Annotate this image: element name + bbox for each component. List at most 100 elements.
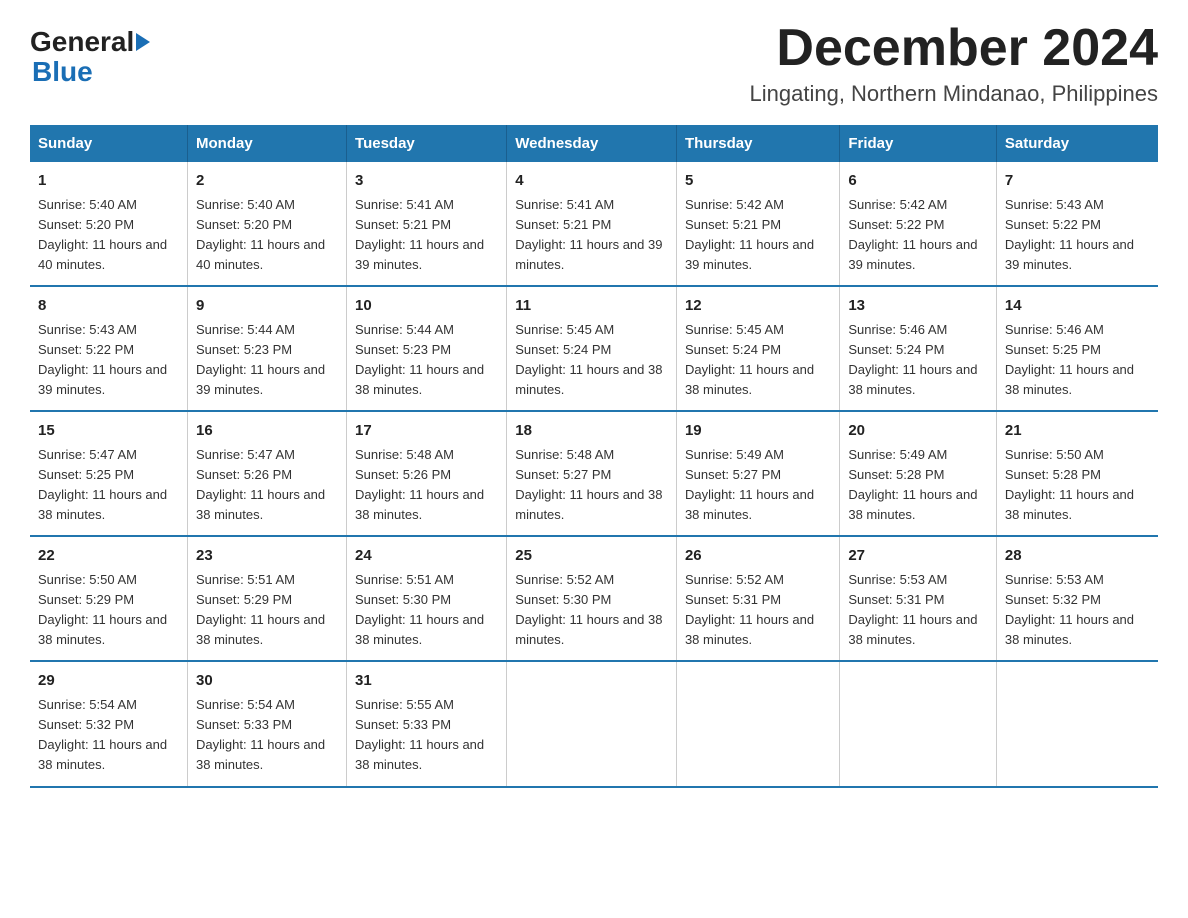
calendar-cell: 10Sunrise: 5:44 AMSunset: 5:23 PMDayligh… xyxy=(347,286,507,411)
calendar-cell: 12Sunrise: 5:45 AMSunset: 5:24 PMDayligh… xyxy=(676,286,839,411)
day-number: 29 xyxy=(38,670,179,693)
day-number: 18 xyxy=(515,420,668,443)
calendar-cell: 18Sunrise: 5:48 AMSunset: 5:27 PMDayligh… xyxy=(507,411,677,536)
day-info: Sunrise: 5:54 AMSunset: 5:33 PMDaylight:… xyxy=(196,695,338,776)
day-info: Sunrise: 5:46 AMSunset: 5:24 PMDaylight:… xyxy=(848,320,988,401)
weekday-header-friday: Friday xyxy=(840,125,997,162)
day-number: 2 xyxy=(196,170,338,193)
calendar-cell: 1Sunrise: 5:40 AMSunset: 5:20 PMDaylight… xyxy=(30,162,188,286)
subtitle: Lingating, Northern Mindanao, Philippine… xyxy=(750,81,1158,107)
week-row-5: 29Sunrise: 5:54 AMSunset: 5:32 PMDayligh… xyxy=(30,661,1158,786)
day-info: Sunrise: 5:42 AMSunset: 5:21 PMDaylight:… xyxy=(685,195,831,276)
day-info: Sunrise: 5:49 AMSunset: 5:28 PMDaylight:… xyxy=(848,445,988,526)
title-area: December 2024 Lingating, Northern Mindan… xyxy=(750,20,1158,107)
calendar-cell: 8Sunrise: 5:43 AMSunset: 5:22 PMDaylight… xyxy=(30,286,188,411)
day-number: 6 xyxy=(848,170,988,193)
day-info: Sunrise: 5:46 AMSunset: 5:25 PMDaylight:… xyxy=(1005,320,1150,401)
day-info: Sunrise: 5:51 AMSunset: 5:29 PMDaylight:… xyxy=(196,570,338,651)
day-info: Sunrise: 5:48 AMSunset: 5:27 PMDaylight:… xyxy=(515,445,668,526)
calendar-cell: 7Sunrise: 5:43 AMSunset: 5:22 PMDaylight… xyxy=(996,162,1158,286)
day-number: 15 xyxy=(38,420,179,443)
calendar-cell: 30Sunrise: 5:54 AMSunset: 5:33 PMDayligh… xyxy=(188,661,347,786)
calendar-cell xyxy=(996,661,1158,786)
weekday-header-row: SundayMondayTuesdayWednesdayThursdayFrid… xyxy=(30,125,1158,162)
logo-blue-text: Blue xyxy=(32,56,93,88)
day-info: Sunrise: 5:44 AMSunset: 5:23 PMDaylight:… xyxy=(196,320,338,401)
day-info: Sunrise: 5:53 AMSunset: 5:32 PMDaylight:… xyxy=(1005,570,1150,651)
day-number: 3 xyxy=(355,170,498,193)
calendar-table: SundayMondayTuesdayWednesdayThursdayFrid… xyxy=(30,125,1158,787)
calendar-cell: 14Sunrise: 5:46 AMSunset: 5:25 PMDayligh… xyxy=(996,286,1158,411)
calendar-cell: 5Sunrise: 5:42 AMSunset: 5:21 PMDaylight… xyxy=(676,162,839,286)
calendar-cell: 15Sunrise: 5:47 AMSunset: 5:25 PMDayligh… xyxy=(30,411,188,536)
day-number: 28 xyxy=(1005,545,1150,568)
day-info: Sunrise: 5:51 AMSunset: 5:30 PMDaylight:… xyxy=(355,570,498,651)
day-info: Sunrise: 5:40 AMSunset: 5:20 PMDaylight:… xyxy=(38,195,179,276)
week-row-1: 1Sunrise: 5:40 AMSunset: 5:20 PMDaylight… xyxy=(30,162,1158,286)
weekday-header-monday: Monday xyxy=(188,125,347,162)
calendar-cell xyxy=(840,661,997,786)
calendar-cell xyxy=(507,661,677,786)
week-row-3: 15Sunrise: 5:47 AMSunset: 5:25 PMDayligh… xyxy=(30,411,1158,536)
day-info: Sunrise: 5:43 AMSunset: 5:22 PMDaylight:… xyxy=(1005,195,1150,276)
day-number: 22 xyxy=(38,545,179,568)
day-number: 11 xyxy=(515,295,668,318)
weekday-header-wednesday: Wednesday xyxy=(507,125,677,162)
calendar-cell: 20Sunrise: 5:49 AMSunset: 5:28 PMDayligh… xyxy=(840,411,997,536)
day-number: 1 xyxy=(38,170,179,193)
calendar-cell: 21Sunrise: 5:50 AMSunset: 5:28 PMDayligh… xyxy=(996,411,1158,536)
day-number: 4 xyxy=(515,170,668,193)
calendar-cell: 22Sunrise: 5:50 AMSunset: 5:29 PMDayligh… xyxy=(30,536,188,661)
day-info: Sunrise: 5:48 AMSunset: 5:26 PMDaylight:… xyxy=(355,445,498,526)
header: General Blue December 2024 Lingating, No… xyxy=(30,20,1158,107)
day-number: 20 xyxy=(848,420,988,443)
day-info: Sunrise: 5:43 AMSunset: 5:22 PMDaylight:… xyxy=(38,320,179,401)
day-info: Sunrise: 5:41 AMSunset: 5:21 PMDaylight:… xyxy=(515,195,668,276)
day-number: 21 xyxy=(1005,420,1150,443)
day-info: Sunrise: 5:52 AMSunset: 5:31 PMDaylight:… xyxy=(685,570,831,651)
day-number: 7 xyxy=(1005,170,1150,193)
calendar-cell: 11Sunrise: 5:45 AMSunset: 5:24 PMDayligh… xyxy=(507,286,677,411)
calendar-cell: 4Sunrise: 5:41 AMSunset: 5:21 PMDaylight… xyxy=(507,162,677,286)
day-number: 8 xyxy=(38,295,179,318)
day-number: 25 xyxy=(515,545,668,568)
calendar-cell: 16Sunrise: 5:47 AMSunset: 5:26 PMDayligh… xyxy=(188,411,347,536)
day-number: 12 xyxy=(685,295,831,318)
day-info: Sunrise: 5:42 AMSunset: 5:22 PMDaylight:… xyxy=(848,195,988,276)
logo-general-text: General xyxy=(30,28,134,56)
day-number: 14 xyxy=(1005,295,1150,318)
day-number: 17 xyxy=(355,420,498,443)
weekday-header-thursday: Thursday xyxy=(676,125,839,162)
day-info: Sunrise: 5:47 AMSunset: 5:25 PMDaylight:… xyxy=(38,445,179,526)
calendar-cell xyxy=(676,661,839,786)
calendar-cell: 24Sunrise: 5:51 AMSunset: 5:30 PMDayligh… xyxy=(347,536,507,661)
day-number: 23 xyxy=(196,545,338,568)
day-number: 31 xyxy=(355,670,498,693)
calendar-cell: 28Sunrise: 5:53 AMSunset: 5:32 PMDayligh… xyxy=(996,536,1158,661)
calendar-cell: 6Sunrise: 5:42 AMSunset: 5:22 PMDaylight… xyxy=(840,162,997,286)
logo-triangle-icon xyxy=(136,33,150,51)
calendar-cell: 19Sunrise: 5:49 AMSunset: 5:27 PMDayligh… xyxy=(676,411,839,536)
day-number: 10 xyxy=(355,295,498,318)
day-info: Sunrise: 5:44 AMSunset: 5:23 PMDaylight:… xyxy=(355,320,498,401)
day-info: Sunrise: 5:40 AMSunset: 5:20 PMDaylight:… xyxy=(196,195,338,276)
day-number: 5 xyxy=(685,170,831,193)
day-number: 19 xyxy=(685,420,831,443)
day-number: 9 xyxy=(196,295,338,318)
logo: General Blue xyxy=(30,28,150,88)
calendar-cell: 2Sunrise: 5:40 AMSunset: 5:20 PMDaylight… xyxy=(188,162,347,286)
calendar-cell: 23Sunrise: 5:51 AMSunset: 5:29 PMDayligh… xyxy=(188,536,347,661)
day-info: Sunrise: 5:50 AMSunset: 5:29 PMDaylight:… xyxy=(38,570,179,651)
day-number: 26 xyxy=(685,545,831,568)
calendar-cell: 29Sunrise: 5:54 AMSunset: 5:32 PMDayligh… xyxy=(30,661,188,786)
calendar-cell: 26Sunrise: 5:52 AMSunset: 5:31 PMDayligh… xyxy=(676,536,839,661)
day-info: Sunrise: 5:54 AMSunset: 5:32 PMDaylight:… xyxy=(38,695,179,776)
calendar-cell: 3Sunrise: 5:41 AMSunset: 5:21 PMDaylight… xyxy=(347,162,507,286)
day-number: 24 xyxy=(355,545,498,568)
weekday-header-saturday: Saturday xyxy=(996,125,1158,162)
day-number: 13 xyxy=(848,295,988,318)
calendar-cell: 17Sunrise: 5:48 AMSunset: 5:26 PMDayligh… xyxy=(347,411,507,536)
calendar-cell: 13Sunrise: 5:46 AMSunset: 5:24 PMDayligh… xyxy=(840,286,997,411)
day-info: Sunrise: 5:47 AMSunset: 5:26 PMDaylight:… xyxy=(196,445,338,526)
week-row-2: 8Sunrise: 5:43 AMSunset: 5:22 PMDaylight… xyxy=(30,286,1158,411)
